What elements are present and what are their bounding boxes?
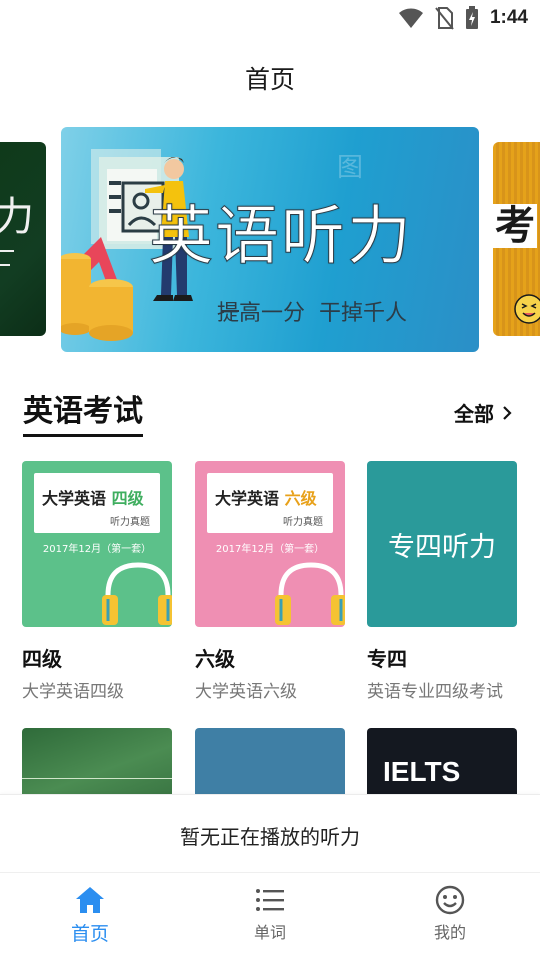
card-subtitle: 大学英语四级 — [22, 682, 124, 702]
no-sim-icon — [435, 7, 454, 30]
smiley-icon — [435, 885, 465, 915]
emoji-face-icon — [514, 294, 540, 324]
ielts-cover-text: IELTS — [383, 756, 461, 787]
battery-charging-icon — [465, 6, 478, 29]
banner-next-text: 考 — [493, 203, 537, 249]
exam-card-tem4[interactable]: 专四听力 专四 英语专业四级考试 — [367, 461, 517, 702]
exam-card-row2-1[interactable] — [22, 728, 172, 794]
home-icon — [76, 887, 104, 913]
page-title: 首页 — [244, 65, 295, 94]
banner-watermark: 图 — [337, 153, 364, 183]
nav-profile-label: 我的 — [433, 923, 466, 942]
status-icons: 1:44 — [398, 6, 528, 30]
nav-profile[interactable]: 我的 — [360, 873, 540, 960]
banner-prev-text: 力 — [0, 194, 34, 240]
headphones-icon — [102, 562, 172, 625]
cover-big-text: 专四听力 — [388, 532, 496, 563]
nav-home-label: 首页 — [70, 923, 109, 945]
banner-prev-slide[interactable]: 力 — [0, 142, 46, 336]
bottom-nav: 首页 单词 我的 — [0, 872, 540, 960]
banner-slogan: 提高一分 干掉千人 — [217, 301, 407, 326]
section-underline — [23, 434, 143, 437]
headphones-icon — [275, 562, 345, 625]
mini-player-status: 暂无正在播放的听力 — [180, 825, 360, 849]
list-icon — [256, 889, 284, 911]
wifi-icon — [398, 8, 423, 28]
status-time: 1:44 — [489, 7, 528, 28]
exam-card-cover: 大学英语 四级 听力真题 2017年12月（第一套） — [22, 461, 172, 627]
card-subtitle: 英语专业四级考试 — [367, 682, 503, 702]
chevron-right-icon — [503, 405, 512, 420]
exam-card-row2-3[interactable]: IELTS — [367, 728, 517, 794]
status-bar: 1:44 — [0, 0, 540, 36]
section-title: 英语考试 — [23, 394, 143, 429]
nav-words-label: 单词 — [253, 923, 286, 942]
see-all-label: 全部 — [454, 402, 494, 426]
banner-main[interactable]: 英语听力 提高一分 干掉千人 图 — [61, 127, 479, 352]
nav-words[interactable]: 单词 — [180, 873, 360, 960]
exam-card-cet4[interactable]: 大学英语 四级 听力真题 2017年12月（第一套） 四级 大学英语四级 — [22, 461, 172, 702]
banner-title: 英语听力 — [149, 200, 413, 275]
nav-home[interactable]: 首页 — [0, 873, 180, 960]
exam-card-cet6[interactable]: 大学英语 六级 听力真题 2017年12月（第一套） 六级 大学英语六级 — [195, 461, 345, 702]
see-all-button[interactable]: 全部 — [454, 398, 512, 427]
mini-player[interactable]: 暂无正在播放的听力 — [0, 794, 540, 872]
card-title: 四级 — [22, 647, 62, 671]
banner-next-slide[interactable]: 考 — [493, 142, 540, 336]
exam-card-cover: 大学英语 六级 听力真题 2017年12月（第一套） — [195, 461, 345, 627]
card-subtitle: 大学英语六级 — [195, 682, 297, 702]
exam-card-cover: 专四听力 — [367, 461, 517, 627]
card-title: 六级 — [195, 647, 235, 671]
exam-card-row2-2[interactable] — [195, 728, 345, 794]
card-title: 专四 — [367, 647, 407, 671]
